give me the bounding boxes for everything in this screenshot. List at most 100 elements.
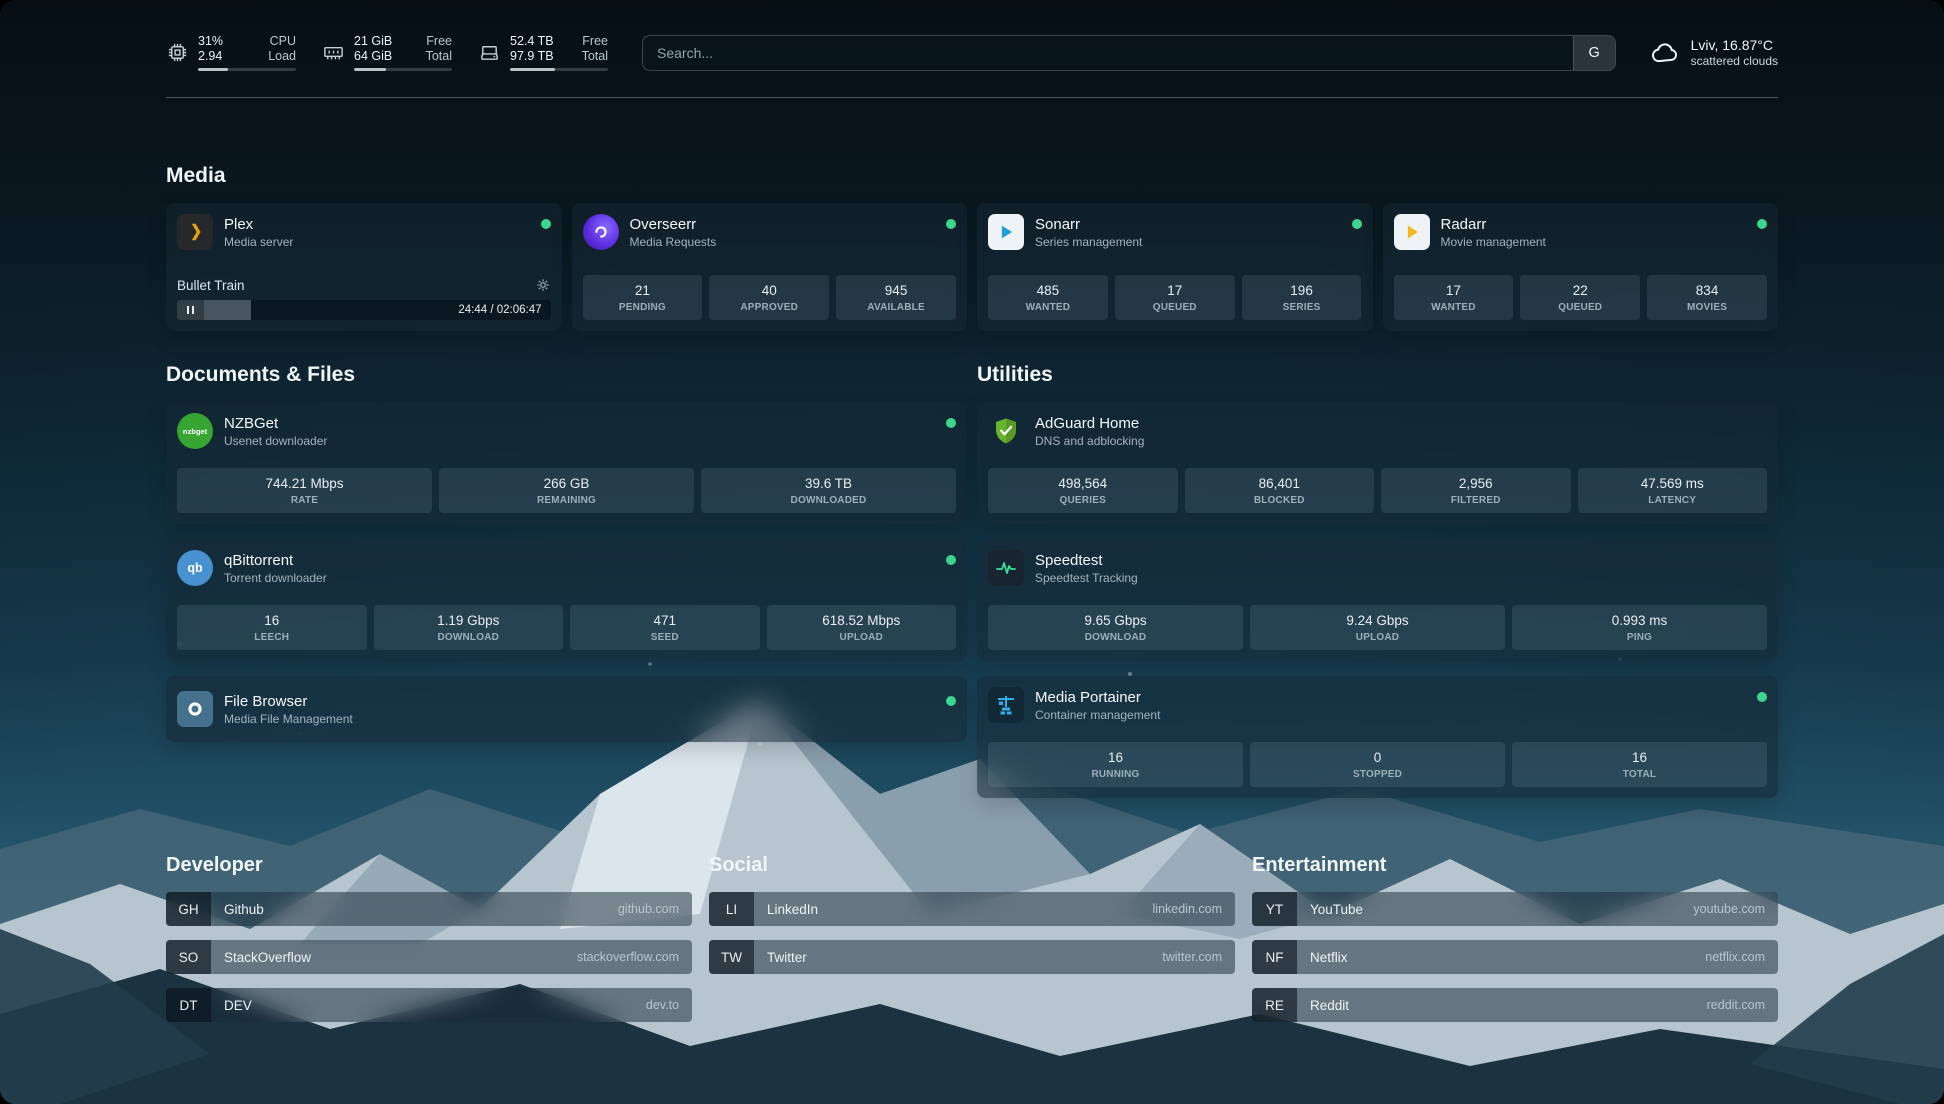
plex-card[interactable]: Plex Media server Bullet Train [166, 203, 562, 331]
bookmark-youtube[interactable]: YT YouTube youtube.com [1252, 892, 1778, 926]
speedtest-card[interactable]: Speedtest Speedtest Tracking 9.65 GbpsDO… [977, 539, 1778, 661]
stat-value: 945 [838, 283, 954, 299]
service-name: Media Portainer [1035, 688, 1160, 707]
stat-value: 0 [1252, 750, 1503, 766]
status-dot [946, 696, 956, 706]
stat-value: 39.6 TB [703, 476, 954, 492]
stat-label: QUEUED [1117, 302, 1233, 313]
bookmark-name: Twitter [754, 950, 807, 965]
stat-label: PING [1514, 632, 1765, 643]
cpu-progress-bar [198, 68, 296, 71]
qbittorrent-card[interactable]: qb qBittorrent Torrent downloader 16LEEC… [166, 539, 967, 661]
stat-value: 9.65 Gbps [990, 613, 1241, 629]
memory-total-label: Total [426, 49, 452, 64]
bookmark-name: StackOverflow [211, 950, 311, 965]
stat-box: 744.21 MbpsRATE [177, 468, 432, 513]
sonarr-card[interactable]: Sonarr Series management 485WANTED 17QUE… [977, 203, 1373, 331]
stat-box: 39.6 TBDOWNLOADED [701, 468, 956, 513]
stat-value: 1.19 Gbps [376, 613, 562, 629]
plex-icon [177, 214, 213, 250]
stat-label: AVAILABLE [838, 302, 954, 313]
radarr-card[interactable]: Radarr Movie management 17WANTED 22QUEUE… [1383, 203, 1779, 331]
bookmark-domain: reddit.com [1707, 998, 1778, 1012]
stat-label: UPLOAD [1252, 632, 1503, 643]
stat-value: 17 [1117, 283, 1233, 299]
disk-free-label: Free [582, 34, 608, 49]
memory-icon [322, 41, 345, 64]
portainer-card[interactable]: Media Portainer Container management 16R… [977, 676, 1778, 798]
search-input[interactable] [643, 36, 1573, 70]
bookmark-stackoverflow[interactable]: SO StackOverflow stackoverflow.com [166, 940, 692, 974]
filebrowser-card[interactable]: File Browser Media File Management [166, 676, 967, 742]
stat-box: 834MOVIES [1647, 275, 1767, 320]
stat-value: 744.21 Mbps [179, 476, 430, 492]
bookmark-group-title: Entertainment [1252, 854, 1778, 877]
stat-box: 86,401BLOCKED [1185, 468, 1375, 513]
stats-row: 16LEECH 1.19 GbpsDOWNLOAD 471SEED 618.52… [177, 605, 956, 650]
stat-label: DOWNLOAD [376, 632, 562, 643]
stat-value: 498,564 [990, 476, 1176, 492]
weather-widget: Lviv, 16.87°C scattered clouds [1650, 36, 1778, 69]
stats-row: 498,564 QUERIES 86,401BLOCKED 2,956FILTER… [988, 468, 1767, 513]
adguard-card[interactable]: AdGuard Home DNS and adblocking 498,564Q… [977, 402, 1778, 524]
stat-value: 16 [179, 613, 365, 629]
search-bar: G [642, 35, 1616, 71]
cpu-widget: 31%CPU 2.94Load [166, 34, 296, 71]
bookmark-group-title: Social [709, 854, 1235, 877]
player-bar: 24:44 / 02:06:47 [177, 300, 551, 320]
stat-box: 16LEECH [177, 605, 367, 650]
radarr-icon [1394, 214, 1430, 250]
stat-box: 2,956FILTERED [1381, 468, 1571, 513]
memory-progress-bar [354, 68, 452, 71]
bookmark-name: Reddit [1297, 998, 1349, 1013]
stat-box: 47.569 msLATENCY [1578, 468, 1768, 513]
bookmark-domain: dev.to [646, 998, 692, 1012]
stat-label: SEED [572, 632, 758, 643]
memory-free-value: 21 GiB [354, 34, 392, 49]
stat-box: 16RUNNING [988, 742, 1243, 787]
bookmark-domain: twitter.com [1162, 950, 1235, 964]
cpu-usage-label: CPU [270, 34, 296, 49]
pause-button[interactable] [177, 300, 204, 320]
overseerr-card[interactable]: Overseerr Media Requests 21PENDING 40APP… [572, 203, 968, 331]
bookmark-reddit[interactable]: RE Reddit reddit.com [1252, 988, 1778, 1022]
bookmark-domain: stackoverflow.com [577, 950, 692, 964]
stat-box: 17 QUEUED [1115, 275, 1235, 320]
bookmark-group-title: Developer [166, 854, 692, 877]
nzbget-card[interactable]: nzbget NZBGet Usenet downloader 744.21 M… [166, 402, 967, 524]
status-dot [541, 219, 551, 229]
stat-value: 86,401 [1187, 476, 1373, 492]
disk-widget: 52.4 TBFree 97.9 TBTotal [478, 34, 608, 71]
bookmark-group-entertainment: Entertainment YT YouTube youtube.com NF … [1252, 854, 1778, 1036]
bookmark-name: Netflix [1297, 950, 1348, 965]
search-provider-button[interactable]: G [1573, 36, 1615, 70]
stat-box: 196SERIES [1242, 275, 1362, 320]
bookmark-linkedin[interactable]: LI LinkedIn linkedin.com [709, 892, 1235, 926]
bookmark-twitter[interactable]: TW Twitter twitter.com [709, 940, 1235, 974]
stat-label: QUERIES [990, 495, 1176, 506]
stat-label: RUNNING [990, 769, 1241, 780]
disk-progress-bar [510, 68, 608, 71]
disk-total-value: 97.9 TB [510, 49, 554, 64]
top-bar: 31%CPU 2.94Load 21 GiBFree 64 GiBTotal [166, 34, 1778, 71]
gear-icon[interactable] [535, 277, 551, 293]
bookmark-abbr: NF [1252, 940, 1297, 974]
stat-label: MOVIES [1649, 302, 1765, 313]
portainer-icon [988, 687, 1024, 723]
playback-progress-track[interactable] [204, 300, 449, 320]
stat-label: APPROVED [711, 302, 827, 313]
section-title-media: Media [166, 164, 1778, 188]
header-divider [166, 97, 1778, 98]
bookmark-dev[interactable]: DT DEV dev.to [166, 988, 692, 1022]
stat-box: 9.65 GbpsDOWNLOAD [988, 605, 1243, 650]
bookmark-netflix[interactable]: NF Netflix netflix.com [1252, 940, 1778, 974]
stats-row: 17WANTED 22QUEUED 834MOVIES [1394, 275, 1768, 320]
stat-box: 22QUEUED [1520, 275, 1640, 320]
bookmark-github[interactable]: GH Github github.com [166, 892, 692, 926]
stat-label: PENDING [585, 302, 701, 313]
bookmark-group-social: Social LI LinkedIn linkedin.com TW Twitt… [709, 854, 1235, 1036]
dashboard-screen: 31%CPU 2.94Load 21 GiBFree 64 GiBTotal [0, 0, 1944, 1104]
qbittorrent-icon-text: qb [187, 561, 202, 575]
stat-value: 9.24 Gbps [1252, 613, 1503, 629]
stat-box: 0STOPPED [1250, 742, 1505, 787]
